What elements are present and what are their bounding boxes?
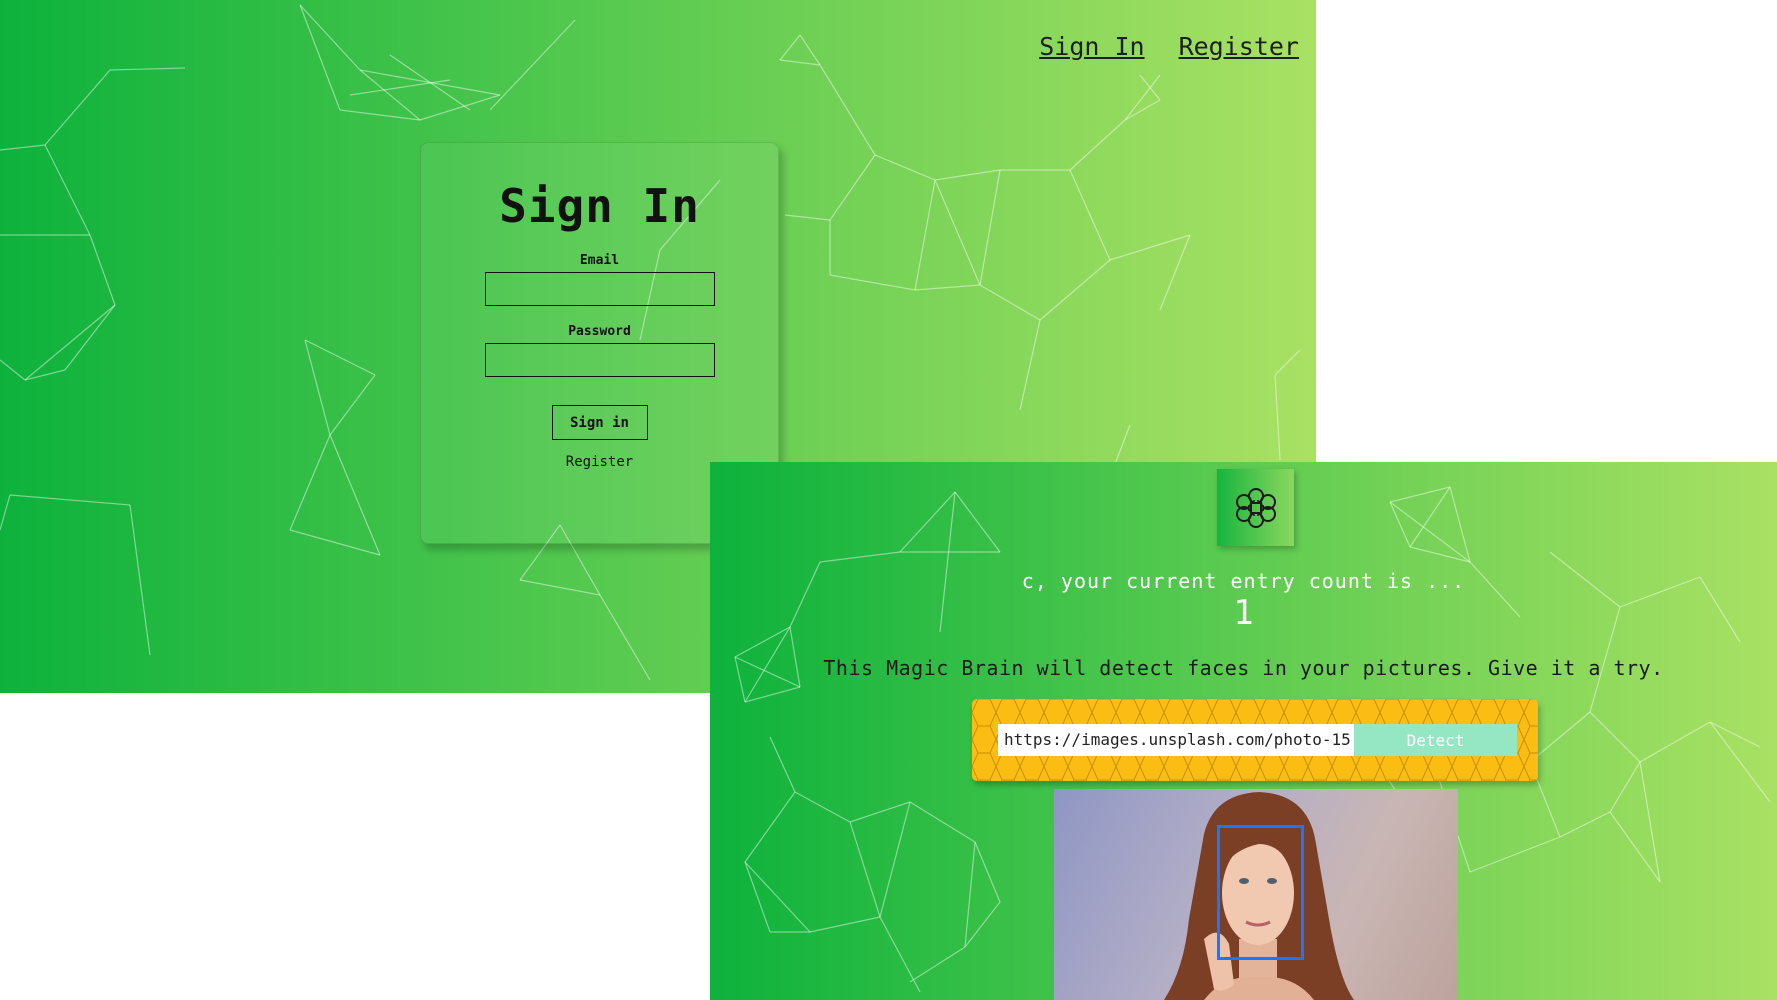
nav-register-link[interactable]: Register [1179, 32, 1299, 61]
image-url-input[interactable]: https://images.unsplash.com/photo-15 [998, 724, 1354, 756]
result-image [1054, 789, 1458, 1000]
signin-title: Sign In [499, 179, 700, 233]
entry-count-value: 1 [1233, 593, 1254, 633]
face-detect-page: c, your current entry count is ... 1 Thi… [710, 462, 1777, 1000]
face-bounding-box [1217, 825, 1304, 960]
brain-icon [1235, 487, 1276, 528]
top-nav: Sign In Register [1039, 32, 1299, 61]
logo[interactable] [1217, 469, 1294, 546]
image-url-form: https://images.unsplash.com/photo-15 Det… [972, 699, 1538, 781]
password-field[interactable] [484, 343, 715, 377]
email-label: Email [579, 253, 620, 268]
email-field[interactable] [484, 272, 715, 306]
description-text: This Magic Brain will detect faces in yo… [823, 656, 1664, 680]
entry-count-text: c, your current entry count is ... [1021, 569, 1466, 593]
nav-signin-link[interactable]: Sign In [1039, 32, 1144, 61]
password-label: Password [568, 324, 631, 339]
signin-button[interactable]: Sign in [551, 405, 648, 440]
detect-button[interactable]: Detect [1354, 724, 1517, 756]
